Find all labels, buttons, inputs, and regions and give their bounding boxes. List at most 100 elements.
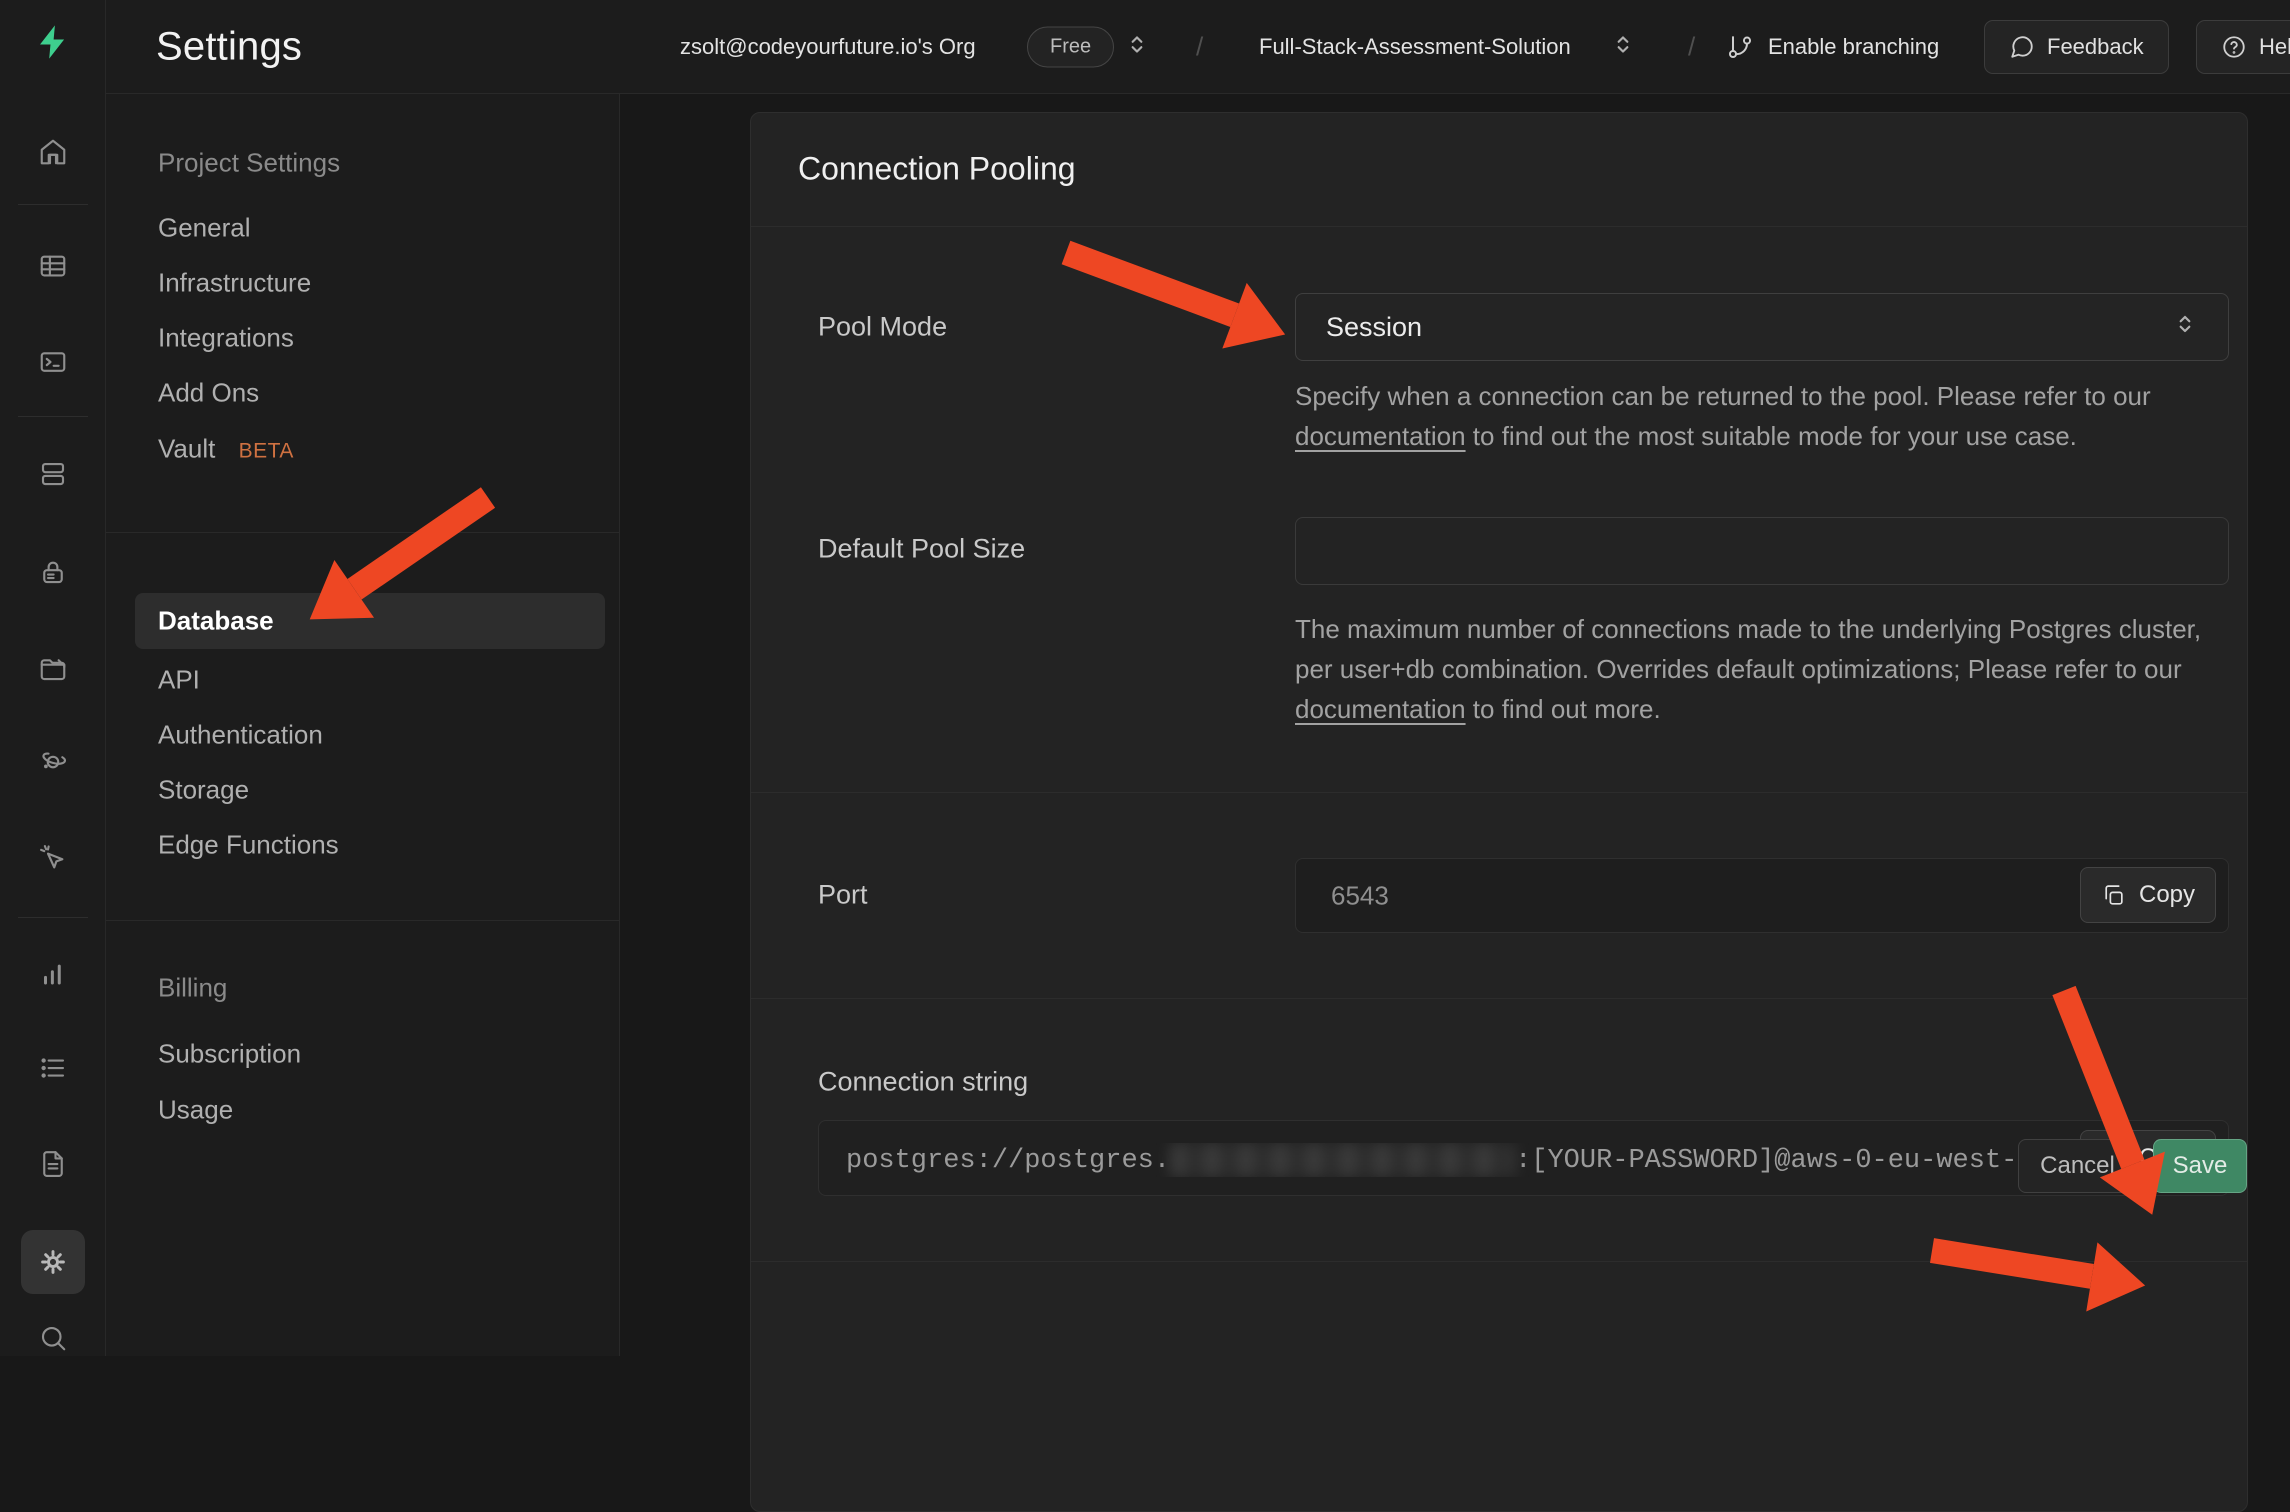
- card-divider: [751, 792, 2247, 793]
- project-switcher[interactable]: [1610, 31, 1636, 62]
- feedback-label: Feedback: [2047, 34, 2144, 60]
- plan-badge: Free: [1027, 26, 1114, 67]
- copy-label: Copy: [2139, 881, 2195, 909]
- search-icon: [38, 1323, 68, 1353]
- copy-icon: [2101, 883, 2126, 908]
- gear-icon: [37, 1246, 69, 1278]
- rail-realtime[interactable]: [21, 730, 85, 794]
- beta-badge: BETA: [239, 440, 294, 463]
- sidebar-section-header: Billing: [158, 973, 227, 1004]
- card-divider: [751, 226, 2247, 227]
- pool-mode-value: Session: [1326, 312, 1422, 343]
- sidebar-item-integrations[interactable]: Integrations: [158, 323, 294, 354]
- database-icon: [38, 459, 68, 489]
- pool-mode-select[interactable]: Session: [1295, 293, 2229, 361]
- help-label: Help: [2259, 34, 2290, 60]
- reports-chart-icon: [38, 958, 68, 988]
- rail-advisors[interactable]: [21, 826, 85, 890]
- rail-home[interactable]: [21, 120, 85, 184]
- table-editor-icon: [38, 251, 68, 281]
- home-icon: [38, 137, 68, 167]
- port-value: 6543: [1331, 881, 1389, 912]
- chevron-up-down-icon: [1610, 31, 1636, 57]
- sidebar-item-authentication[interactable]: Authentication: [158, 720, 323, 751]
- connection-string-prefix: postgres://postgres.: [846, 1146, 1170, 1176]
- default-pool-size-description: The maximum number of connections made t…: [1295, 609, 2240, 729]
- redacted-project-ref: [1170, 1143, 1515, 1177]
- sidebar-item-infrastructure[interactable]: Infrastructure: [158, 268, 311, 299]
- default-pool-size-label: Default Pool Size: [818, 534, 1025, 565]
- app-icon-rail: [0, 0, 106, 1356]
- rail-search[interactable]: [21, 1306, 85, 1370]
- speech-bubble-icon: [2009, 34, 2035, 60]
- org-breadcrumb[interactable]: zsolt@codeyourfuture.io's Org: [680, 34, 976, 60]
- rail-sql-editor[interactable]: [21, 330, 85, 394]
- sidebar-item-vault[interactable]: Vault BETA: [158, 434, 294, 465]
- advisors-cursor-icon: [38, 843, 68, 873]
- lock-icon: [38, 557, 68, 587]
- documentation-link[interactable]: documentation: [1295, 421, 1466, 451]
- realtime-orbit-icon: [38, 747, 68, 777]
- chevron-up-down-icon: [1124, 31, 1150, 57]
- connection-string-label: Connection string: [818, 1067, 1028, 1098]
- settings-sidebar: Project Settings General Infrastructure …: [106, 94, 620, 1356]
- rail-divider: [18, 917, 88, 918]
- chevron-up-down-icon: [2172, 311, 2198, 344]
- sidebar-section-header: Project Settings: [158, 148, 340, 179]
- connection-string-value: postgres://postgres. :[YOUR-PASSWORD]@aws…: [846, 1143, 2072, 1177]
- project-breadcrumb[interactable]: Full-Stack-Assessment-Solution: [1259, 34, 1571, 60]
- page-title: Settings: [156, 24, 302, 69]
- port-label: Port: [818, 880, 868, 911]
- rail-reports[interactable]: [21, 941, 85, 1005]
- sidebar-item-general[interactable]: General: [158, 213, 251, 244]
- top-bar: Settings zsolt@codeyourfuture.io's Org F…: [106, 0, 2290, 94]
- sidebar-item-usage[interactable]: Usage: [158, 1095, 233, 1126]
- sidebar-divider: [106, 532, 620, 533]
- enable-branching-label: Enable branching: [1768, 34, 1939, 60]
- help-button[interactable]: Help: [2196, 20, 2290, 74]
- rail-database[interactable]: [21, 442, 85, 506]
- sidebar-item-api[interactable]: API: [158, 665, 200, 696]
- question-circle-icon: [2221, 34, 2247, 60]
- sidebar-item-add-ons[interactable]: Add Ons: [158, 378, 259, 409]
- rail-api-docs[interactable]: [21, 1132, 85, 1196]
- sidebar-item-database[interactable]: Database: [158, 606, 274, 637]
- sql-editor-icon: [38, 347, 68, 377]
- supabase-bolt-icon: [34, 23, 72, 61]
- port-copy-button[interactable]: Copy: [2080, 867, 2216, 923]
- file-text-icon: [38, 1149, 68, 1179]
- main-content: Connection Pooling Pool Mode Session Spe…: [621, 95, 2290, 1356]
- rail-logs[interactable]: [21, 1036, 85, 1100]
- card-title: Connection Pooling: [798, 151, 1076, 188]
- description-text: to find out more.: [1466, 694, 1661, 724]
- pool-mode-label: Pool Mode: [818, 312, 947, 343]
- sidebar-item-label: Vault: [158, 434, 215, 464]
- sidebar-divider: [106, 920, 620, 921]
- pool-mode-description: Specify when a connection can be returne…: [1295, 376, 2240, 456]
- sidebar-item-storage[interactable]: Storage: [158, 775, 249, 806]
- logs-list-icon: [38, 1053, 68, 1083]
- rail-table-editor[interactable]: [21, 234, 85, 298]
- rail-authentication[interactable]: [21, 540, 85, 604]
- connection-pooling-card: Connection Pooling Pool Mode Session Spe…: [750, 112, 2248, 1512]
- storage-folder-icon: [38, 654, 68, 684]
- rail-divider: [18, 204, 88, 205]
- description-text: to find out the most suitable mode for y…: [1466, 421, 2077, 451]
- org-switcher[interactable]: [1124, 31, 1150, 62]
- default-pool-size-input[interactable]: [1295, 517, 2229, 585]
- connection-string-suffix: :[YOUR-PASSWORD]@aws-0-eu-west-2.: [1515, 1146, 2050, 1176]
- feedback-button[interactable]: Feedback: [1984, 20, 2169, 74]
- sidebar-item-subscription[interactable]: Subscription: [158, 1039, 301, 1070]
- git-branch-icon: [1726, 33, 1754, 61]
- breadcrumb-separator: /: [1196, 31, 1203, 62]
- rail-divider: [18, 416, 88, 417]
- documentation-link[interactable]: documentation: [1295, 694, 1466, 724]
- sidebar-item-edge-functions[interactable]: Edge Functions: [158, 830, 339, 861]
- description-text: The maximum number of connections made t…: [1295, 614, 2201, 684]
- supabase-logo[interactable]: [21, 10, 85, 74]
- description-text: Specify when a connection can be returne…: [1295, 381, 2151, 411]
- enable-branching-button[interactable]: Enable branching: [1726, 33, 1939, 61]
- rail-storage[interactable]: [21, 637, 85, 701]
- rail-project-settings[interactable]: [21, 1230, 85, 1294]
- card-divider: [751, 998, 2247, 999]
